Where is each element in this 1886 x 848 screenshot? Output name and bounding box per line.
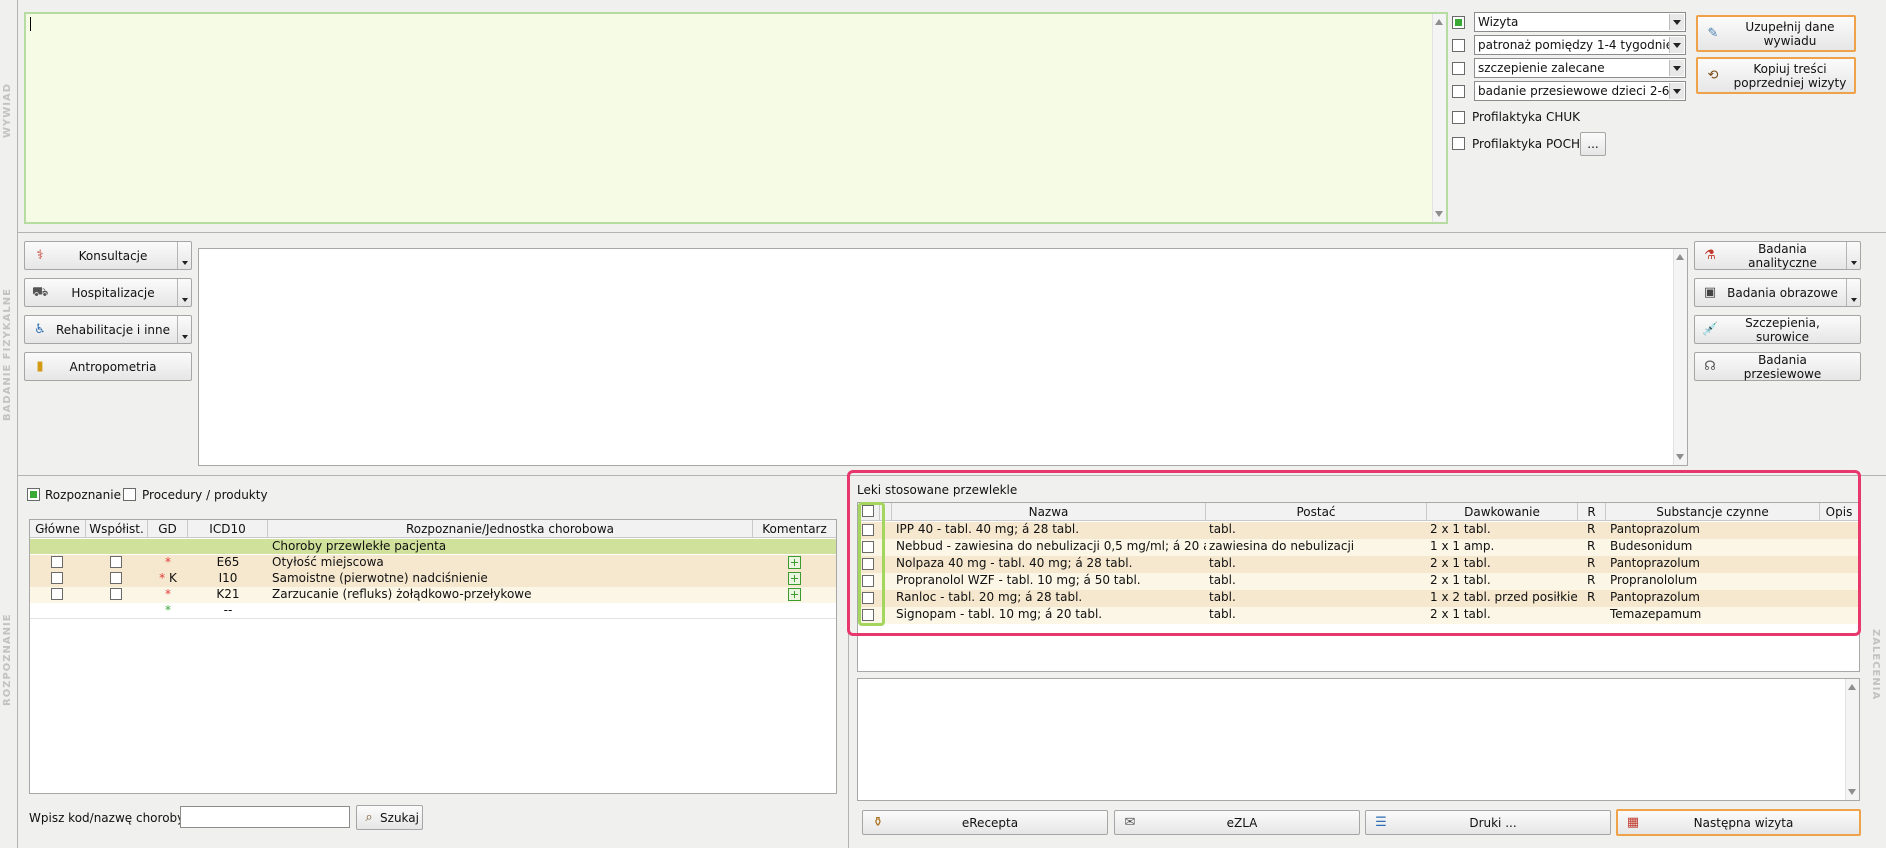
xray-icon: ▣ [1703,284,1717,300]
col-komentarz[interactable]: Komentarz [753,520,836,537]
search-label: Wpisz kod/nazwę choroby: [29,811,188,825]
wheelchair-icon: ♿ [34,321,46,337]
vaccine-icon: 💉 [1702,321,1719,337]
add-comment-icon[interactable] [788,572,801,585]
chevron-down-icon [1669,83,1684,99]
tab-procedury[interactable]: Procedury / produkty [142,488,268,502]
chevron-down-icon[interactable] [177,242,191,269]
ruler-icon: ▮ [36,358,44,374]
col-wspolist[interactable]: Współist. [86,520,148,537]
left-border [17,0,18,848]
chevron-down-icon[interactable] [1846,279,1860,306]
fill-data-icon: ✎ [1707,25,1719,41]
rozpoznanie-table-header: Główne Współist. GD ICD10 Rozpoznanie/Je… [30,520,836,538]
highlight-green-box [858,502,885,626]
consultation-icon: ⚕ [36,247,44,263]
section-label-rozpoznanie: ROZPOZNANIE [2,613,13,707]
wizyta-select[interactable]: Wizyta [1474,12,1686,32]
group-row: Choroby przewlekłe pacjenta [30,539,836,554]
erecepta-button[interactable]: ⚱ eRecepta [862,810,1108,835]
chevron-down-icon[interactable] [1846,242,1860,269]
wspolist-checkbox[interactable] [110,588,122,600]
col-gd[interactable]: GD [148,520,188,537]
uzupelnij-button[interactable]: ✎ Uzupełnij dane wywiadu [1696,15,1856,52]
kopiuj-button[interactable]: ⟲ Kopiuj treści poprzedniej wizyty [1696,57,1856,94]
col-rozpoznanie[interactable]: Rozpoznanie/Jednostka chorobowa [268,520,753,537]
section-label-wywiad: WYWIAD [2,82,13,138]
zalecenia-textarea[interactable] [857,678,1860,801]
wizyta-checkbox[interactable] [1452,16,1465,29]
glowne-checkbox[interactable] [51,572,63,584]
ezla-button[interactable]: ✉ eZLA [1114,810,1360,835]
col-glowne[interactable]: Główne [30,520,86,537]
add-comment-icon[interactable] [788,588,801,601]
bed-icon: ⛟ [32,284,49,300]
badania-analityczne-button[interactable]: ⚗ Badania analityczne [1694,241,1861,270]
sick-leave-icon: ✉ [1124,814,1136,830]
new-entry-icon: * [165,603,171,617]
calendar-icon: ▦ [1626,814,1640,830]
section-label-zalecenia: ZALECENIA [1870,629,1881,701]
print-icon: ☰ [1375,814,1387,830]
add-comment-icon[interactable] [788,556,801,569]
chevron-down-icon [1669,14,1684,30]
badania-obrazowe-button[interactable]: ▣ Badania obrazowe [1694,278,1861,307]
badanie-scrollbar[interactable] [1673,249,1687,465]
lab-icon: ⚗ [1704,247,1716,263]
table-row[interactable]: * K21 Zarzucanie (refluks) żołądkowo-prz… [30,587,836,603]
szczepienie-checkbox[interactable] [1452,62,1465,75]
profilaktyka-chuk-label: Profilaktyka CHUK [1472,110,1580,124]
glowne-checkbox[interactable] [51,588,63,600]
rozpoznanie-tab-checkbox[interactable] [27,488,40,501]
profilaktyka-more-button[interactable]: ... [1580,132,1606,156]
nastepna-wizyta-button[interactable]: ▦ Następna wizyta [1616,809,1861,836]
badania-przesiewowe-button[interactable]: ☊ Badania przesiewowe [1694,352,1861,381]
chevron-down-icon[interactable] [177,279,191,306]
rehabilitacje-button[interactable]: ♿ Rehabilitacje i inne [24,315,192,344]
patronaz-select[interactable]: patronaż pomiędzy 1-4 tygodniem [1474,35,1686,55]
search-button[interactable]: ⌕ Szukaj [356,805,423,830]
chevron-down-icon[interactable] [177,316,191,343]
szczepienia-button[interactable]: 💉 Szczepienia, surowice [1694,315,1861,344]
prescription-icon: ⚱ [872,814,884,830]
divider-wywiad [18,232,1886,233]
profilaktyka-pochp-checkbox[interactable] [1452,137,1465,150]
wspolist-checkbox[interactable] [110,572,122,584]
wywiad-textarea[interactable] [24,12,1448,224]
table-row-new[interactable]: * -- [30,603,836,619]
rozpoznanie-table: Główne Współist. GD ICD10 Rozpoznanie/Je… [29,519,837,794]
konsultacje-button[interactable]: ⚕ Konsultacje [24,241,192,270]
badanie-przesiewowe-select[interactable]: badanie przesiewowe dzieci 2-6 mi [1474,81,1686,101]
profilaktyka-pochp-label: Profilaktyka POCHP [1472,137,1588,151]
szczepienie-select[interactable]: szczepienie zalecane [1474,58,1686,78]
col-icd10[interactable]: ICD10 [188,520,268,537]
text-cursor [30,17,31,31]
copy-previous-icon: ⟲ [1707,67,1719,83]
hospitalizacje-button[interactable]: ⛟ Hospitalizacje [24,278,192,307]
patronaz-checkbox[interactable] [1452,39,1465,52]
search-input[interactable] [180,806,350,828]
glowne-checkbox[interactable] [51,556,63,568]
tab-rozpoznanie[interactable]: Rozpoznanie [45,488,121,502]
search-icon: ⌕ [365,809,373,825]
section-label-badanie: BADANIE FIZYKALNE [2,288,13,422]
chevron-down-icon [1669,37,1684,53]
table-row[interactable]: * E65 Otyłość miejscowa [30,555,836,571]
antropometria-button[interactable]: ▮ Antropometria [24,352,192,381]
zalecenia-scrollbar[interactable] [1845,679,1859,800]
wspolist-checkbox[interactable] [110,556,122,568]
badanie-przesiewowe-checkbox[interactable] [1452,85,1465,98]
chevron-down-icon [1669,60,1684,76]
procedury-tab-checkbox[interactable] [123,488,136,501]
stethoscope-icon: ☊ [1704,358,1716,374]
badanie-textarea[interactable] [198,248,1688,466]
wywiad-scrollbar[interactable] [1432,14,1446,222]
druki-button[interactable]: ☰ Druki ... [1365,810,1611,835]
profilaktyka-chuk-checkbox[interactable] [1452,111,1465,124]
leki-title: Leki stosowane przewlekle [857,483,1018,497]
table-row[interactable]: * K I10 Samoistne (pierwotne) nadciśnien… [30,571,836,587]
